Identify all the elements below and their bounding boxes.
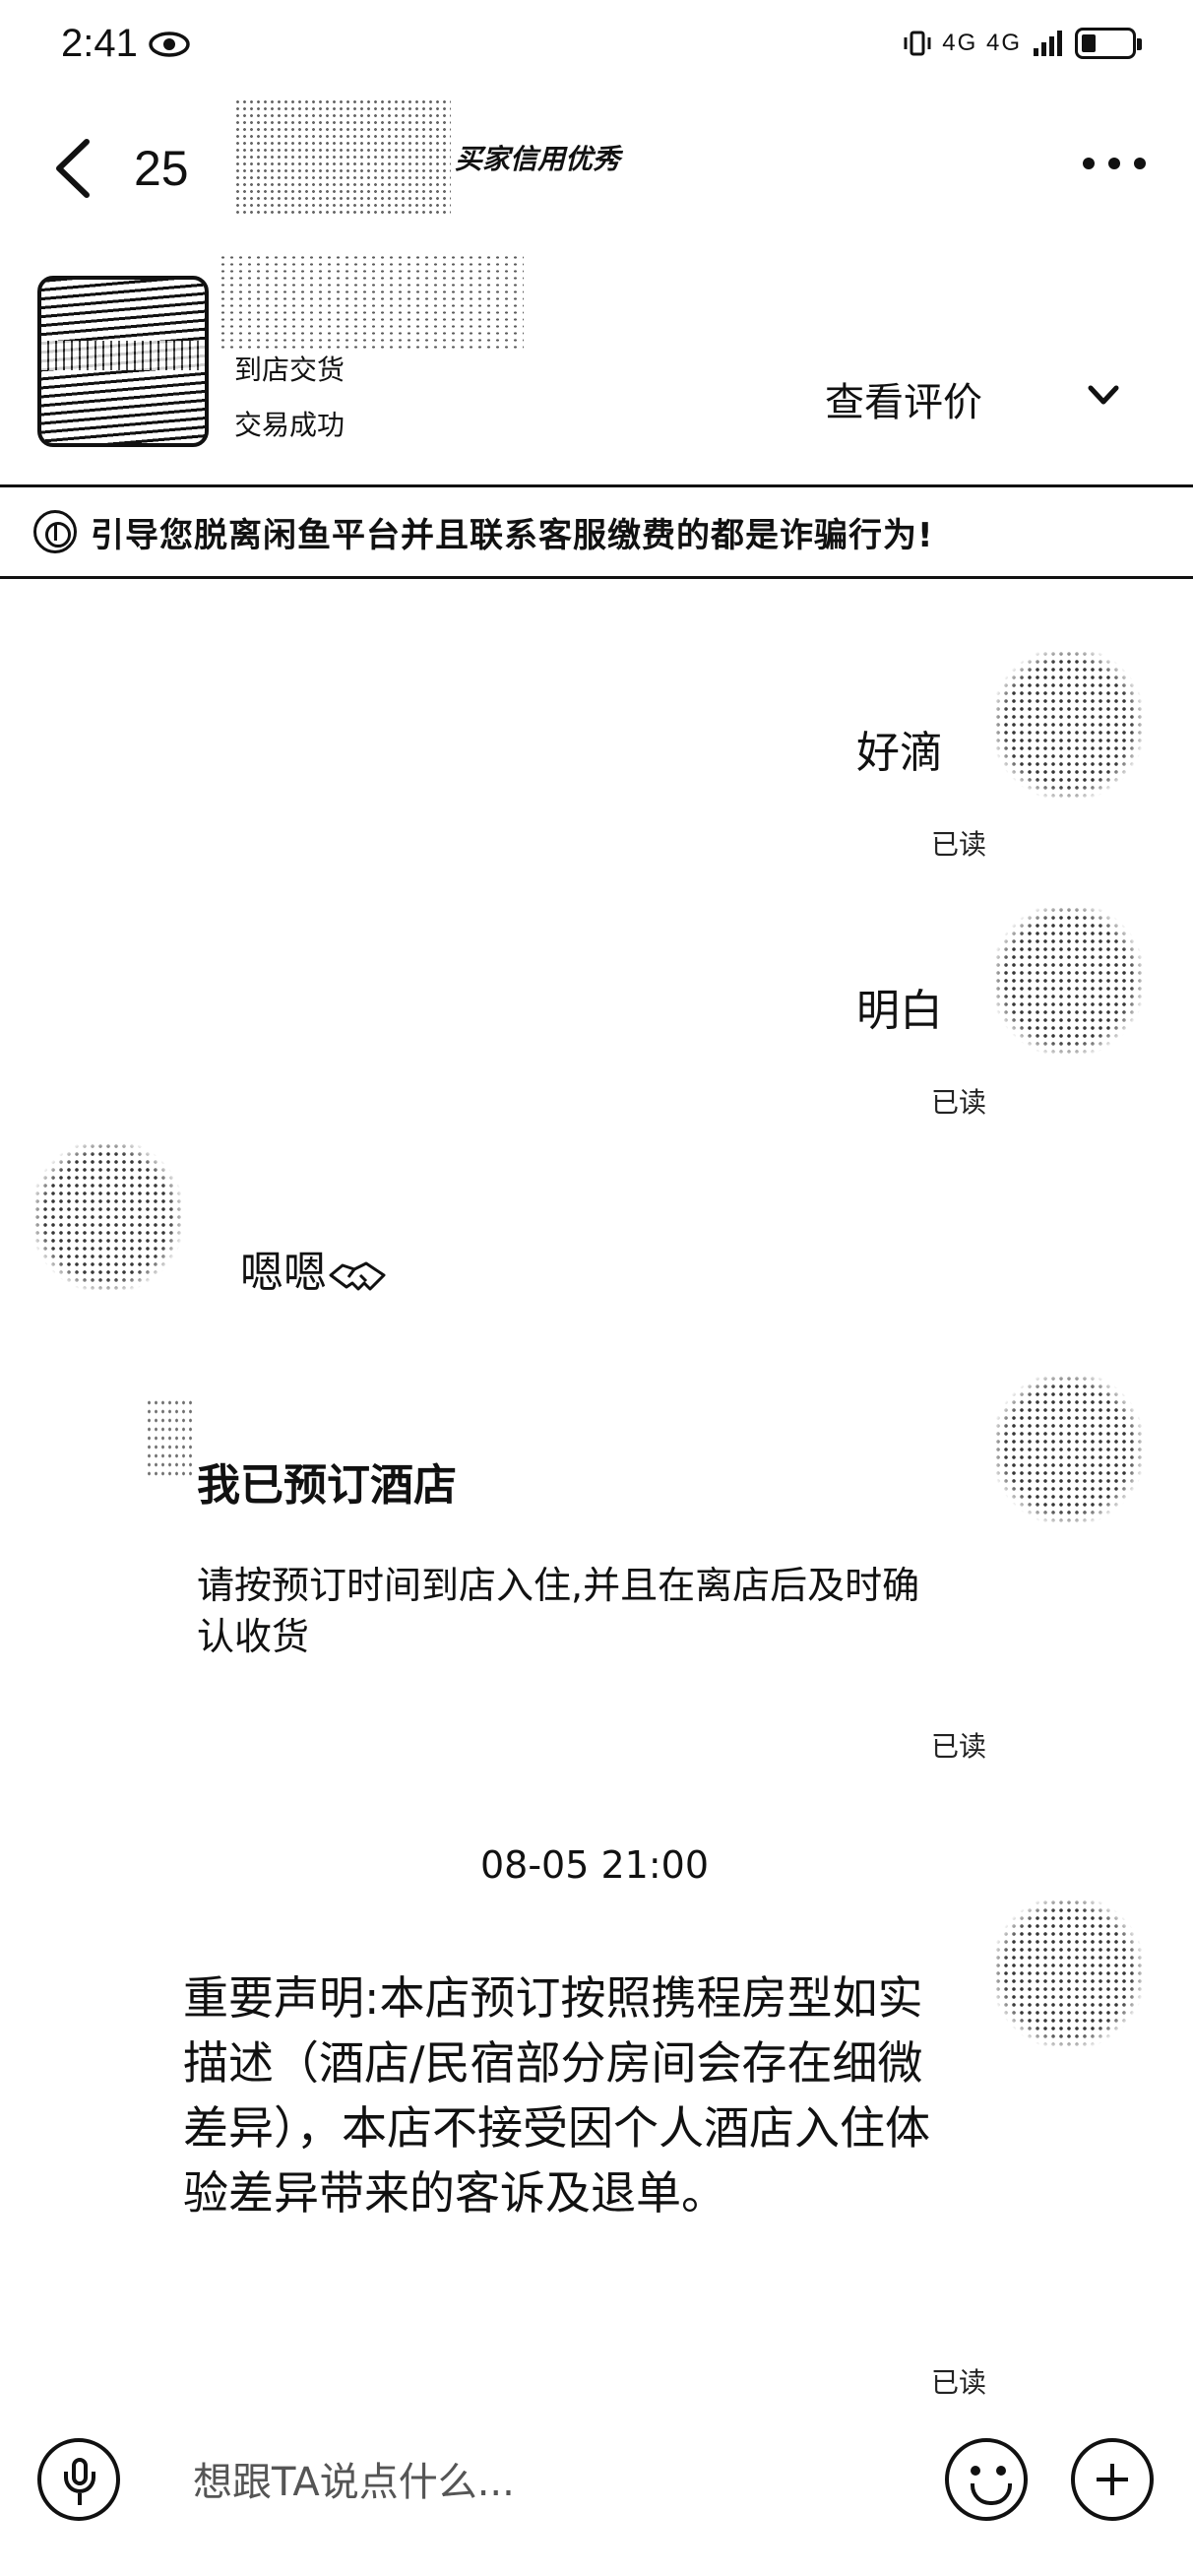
credit-badge: 买家信用优秀 xyxy=(455,143,621,175)
message-input[interactable] xyxy=(193,2448,902,2517)
read-receipt: 已读 xyxy=(931,1086,987,1119)
warning-text: 引导您脱离闲鱼平台并且联系客服缴费的都是诈骗行为! xyxy=(91,515,934,555)
view-review-button[interactable]: 查看评价 xyxy=(825,370,982,427)
message-text: 明白 xyxy=(856,986,943,1036)
product-title-redacted xyxy=(219,254,524,353)
message-text: 好滴 xyxy=(856,728,943,778)
input-bar xyxy=(0,2418,1193,2576)
more-actions-button[interactable] xyxy=(1071,2438,1154,2521)
voice-input-button[interactable] xyxy=(37,2438,120,2521)
message-timestamp: 08-05 21:00 xyxy=(479,1843,709,1887)
status-time: 2:41 xyxy=(61,22,138,65)
status-bar: 2:41 4G 4G xyxy=(0,0,1193,98)
back-icon[interactable] xyxy=(49,136,98,201)
chevron-down-icon[interactable] xyxy=(1087,384,1120,408)
message-text: 嗯嗯 xyxy=(240,1237,388,1300)
more-options-icon[interactable] xyxy=(1083,158,1146,169)
network-indicator: 4G 4G xyxy=(942,30,1022,56)
product-delivery-type: 到店交货 xyxy=(234,354,345,386)
status-icons: 4G 4G xyxy=(903,28,1142,59)
message-text: 重要声明:本店预订按照携程房型如实描述（酒店/民宿部分房间会存在细微差异），本店… xyxy=(183,1971,930,2220)
vibrate-icon xyxy=(904,31,931,56)
contact-name-redacted xyxy=(234,98,451,215)
warning-icon xyxy=(33,510,77,553)
order-card-image-redacted xyxy=(146,1398,195,1477)
read-receipt: 已读 xyxy=(931,1730,987,1763)
chat-header: 25 买家信用优秀 xyxy=(0,98,1193,236)
fraud-warning-banner: 引导您脱离闲鱼平台并且联系客服缴费的都是诈骗行为! xyxy=(0,484,1193,579)
my-avatar[interactable] xyxy=(994,1375,1142,1522)
my-avatar[interactable] xyxy=(994,650,1142,798)
signal-icon xyxy=(1034,31,1062,56)
product-trade-status: 交易成功 xyxy=(234,409,345,441)
order-card-body: 请按预订时间到店入住,并且在离店后及时确认收货 xyxy=(197,1564,920,1658)
read-receipt: 已读 xyxy=(931,828,987,861)
battery-icon xyxy=(1075,28,1142,59)
product-card[interactable]: 到店交货 交易成功 查看评价 xyxy=(0,254,1193,451)
seller-avatar[interactable] xyxy=(33,1142,181,1290)
unread-count[interactable]: 25 xyxy=(134,140,189,197)
my-avatar[interactable] xyxy=(994,906,1142,1054)
emoji-button[interactable] xyxy=(945,2438,1028,2521)
read-receipt: 已读 xyxy=(931,2366,987,2399)
product-thumbnail[interactable] xyxy=(37,276,209,447)
handshake-icon xyxy=(329,1261,386,1291)
order-card-title[interactable]: 我已预订酒店 xyxy=(197,1449,457,1513)
eye-icon xyxy=(149,32,190,57)
my-avatar[interactable] xyxy=(994,1899,1142,2046)
